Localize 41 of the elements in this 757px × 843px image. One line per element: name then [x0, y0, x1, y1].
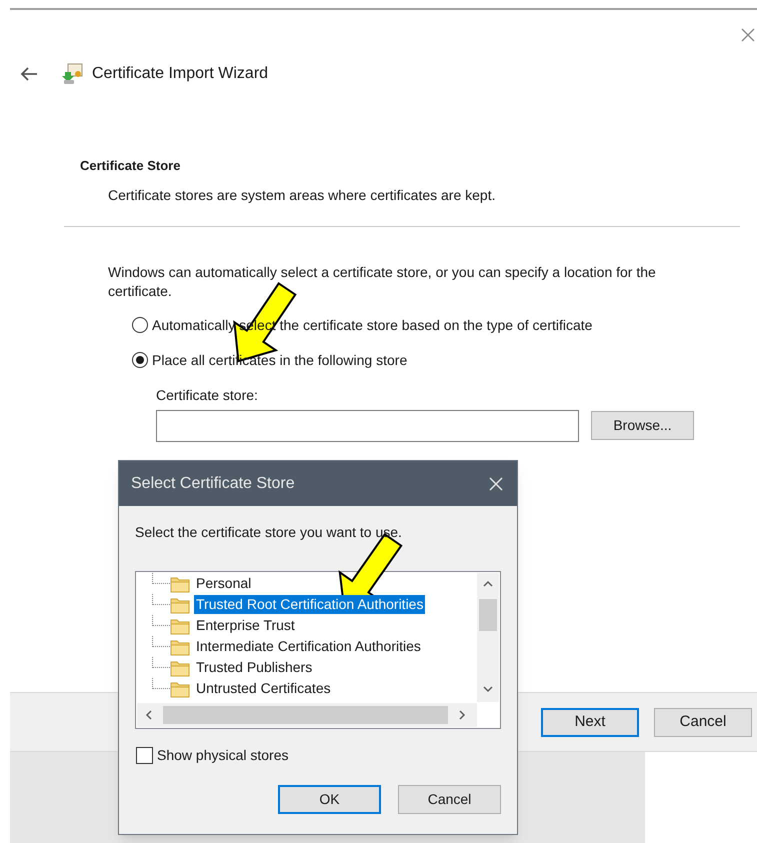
radio-button[interactable] — [132, 317, 148, 333]
scroll-down-icon[interactable] — [483, 686, 493, 693]
back-arrow-icon[interactable] — [20, 66, 38, 82]
folder-icon — [170, 680, 190, 698]
tree-item[interactable]: Enterprise Trust — [194, 616, 297, 635]
tree-item[interactable]: Intermediate Certification Authorities — [194, 637, 423, 656]
window-title: Certificate Import Wizard — [92, 64, 268, 84]
tree-item[interactable]: Trusted Root Certification Authorities — [194, 595, 426, 614]
scroll-right-icon[interactable] — [459, 710, 466, 720]
section-heading: Certificate Store — [80, 157, 180, 175]
folder-icon — [170, 638, 190, 656]
scrollbar-thumb[interactable] — [479, 599, 497, 631]
dialog-prompt: Select the certificate store you want to use. — [135, 523, 402, 542]
wizard-button[interactable]: Next — [541, 708, 639, 736]
option-label[interactable]: Place all certificates in the following store — [152, 350, 408, 370]
vertical-scrollbar[interactable] — [477, 573, 499, 702]
tree-item[interactable]: Personal — [194, 574, 254, 593]
dialog-title: Select Certificate Store — [131, 474, 295, 494]
horizontal-scrollbar[interactable] — [137, 703, 477, 727]
dialog-button[interactable]: Cancel — [398, 785, 501, 814]
scrollbar-thumb[interactable] — [163, 706, 448, 724]
certificate-store-field[interactable] — [156, 410, 579, 442]
tree-item[interactable]: Trusted Publishers — [194, 658, 314, 677]
intro-text: Windows can automatically select a certificate store, or you can specify a location for the certificate. — [108, 262, 657, 300]
browse-button[interactable]: Browse... — [591, 411, 694, 440]
tree-item[interactable]: Untrusted Certificates — [194, 679, 333, 698]
radio-button[interactable] — [132, 352, 148, 368]
checkbox-label[interactable]: Show physical stores — [157, 745, 289, 766]
folder-icon — [170, 574, 190, 592]
checkbox[interactable] — [136, 747, 153, 764]
folder-icon — [170, 596, 190, 614]
dialog-button[interactable]: OK — [278, 785, 381, 814]
folder-icon — [170, 616, 190, 634]
field-label: Certificate store: — [156, 386, 258, 404]
section-description: Certificate stores are system areas where certificates are kept. — [108, 186, 496, 205]
folder-icon — [170, 658, 190, 676]
scroll-left-icon[interactable] — [145, 710, 152, 720]
certificate-icon — [62, 63, 84, 85]
close-icon[interactable] — [741, 28, 755, 42]
wizard-button[interactable]: Cancel — [654, 708, 752, 736]
scroll-up-icon[interactable] — [483, 580, 493, 587]
